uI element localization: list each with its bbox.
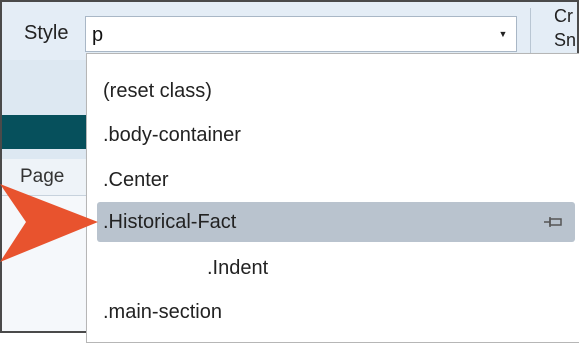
dropdown-item-main-section[interactable]: .main-section xyxy=(87,292,579,332)
dropdown-item-historical-fact[interactable]: .Historical-Fact xyxy=(97,202,575,242)
style-dropdown-list[interactable]: (reset class) .body-container .Center .H… xyxy=(86,53,579,343)
truncated-button-label-top[interactable]: Cr xyxy=(554,6,573,27)
toolbar-separator xyxy=(530,8,531,56)
dropdown-item-center[interactable]: .Center xyxy=(87,160,579,200)
pane-title-bar xyxy=(2,115,86,149)
truncated-button-label-bottom[interactable]: Sn xyxy=(554,30,576,51)
dropdown-item-label: (reset class) xyxy=(103,80,212,102)
style-label: Style xyxy=(24,22,69,44)
dropdown-item-label: .Indent xyxy=(207,257,269,279)
style-combobox-value[interactable]: p xyxy=(92,24,103,47)
dropdown-item-label: .body-container xyxy=(103,124,241,146)
dropdown-item-label: .Historical-Fact xyxy=(103,211,237,233)
dropdown-item-reset-class[interactable]: (reset class) xyxy=(87,71,579,111)
pin-icon[interactable] xyxy=(543,214,563,230)
toolbar: Style p ▼ Cr Sn xyxy=(2,2,577,60)
dropdown-item-label: .Center xyxy=(103,169,169,191)
dropdown-item-indent[interactable]: .Indent xyxy=(87,248,579,288)
chevron-down-icon[interactable]: ▼ xyxy=(490,17,516,51)
red-arrow-icon xyxy=(0,184,98,262)
dropdown-item-body-container[interactable]: .body-container xyxy=(87,115,579,155)
style-combobox[interactable]: p ▼ xyxy=(85,16,517,52)
dropdown-item-label: .main-section xyxy=(103,301,222,323)
